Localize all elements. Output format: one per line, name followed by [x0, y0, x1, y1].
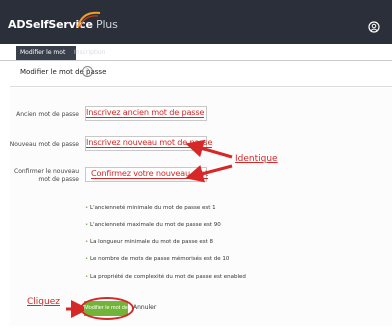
policy-text: L'ancienneté minimale du mot de passe es… [90, 205, 216, 211]
new-password-annotation: Inscrivez nouveau mot de passe [86, 137, 213, 148]
policy-item: • Le nombre de mots de passe mémorisés e… [85, 256, 229, 262]
new-password-label: Nouveau mot de passe [9, 141, 79, 148]
policy-item: • La propriété de complexité du mot de p… [85, 274, 246, 280]
cancel-button[interactable]: Annuler [133, 304, 156, 311]
policy-text: Le nombre de mots de passe mémorisés est… [90, 256, 230, 262]
policy-text: La propriété de complexité du mot de pas… [90, 274, 246, 280]
submit-highlight-ring [80, 297, 134, 320]
policy-item: • La longueur minimale du mot de passe e… [85, 239, 213, 245]
help-icon[interactable]: ? [82, 66, 93, 77]
cliquez-annotation: Cliquez [27, 297, 60, 307]
confirm-password-label: Confirmer le nouveau mot de passe [14, 168, 79, 183]
app-header: ADSelfService Plus Modifier le mot de pa… [0, 0, 392, 70]
policy-text: L'ancienneté maximale du mot de passe es… [90, 222, 221, 228]
page-title: Modifier le mot de passe [20, 68, 107, 76]
tab-modifier-mot-de-passe[interactable]: Modifier le mot de passe [16, 46, 76, 70]
policy-item: • L'ancienneté maximale du mot de passe … [85, 222, 221, 228]
policy-item: • L'ancienneté minimale du mot de passe … [85, 205, 216, 211]
old-password-label: Ancien mot de passe [16, 111, 79, 118]
policy-text: La longueur minimale du mot de passe est… [90, 239, 214, 245]
confirm-password-annotation: Confirmez votre nouveau mot [91, 168, 208, 179]
old-password-annotation: Inscrivez ancien mot de passe [86, 107, 205, 118]
user-icon[interactable] [368, 21, 380, 33]
title-divider [10, 86, 392, 87]
tab-inscription[interactable]: Inscription [70, 46, 109, 60]
logo-arc-icon [77, 11, 101, 28]
identique-annotation: Identique [235, 154, 278, 164]
header-divider [0, 60, 392, 61]
